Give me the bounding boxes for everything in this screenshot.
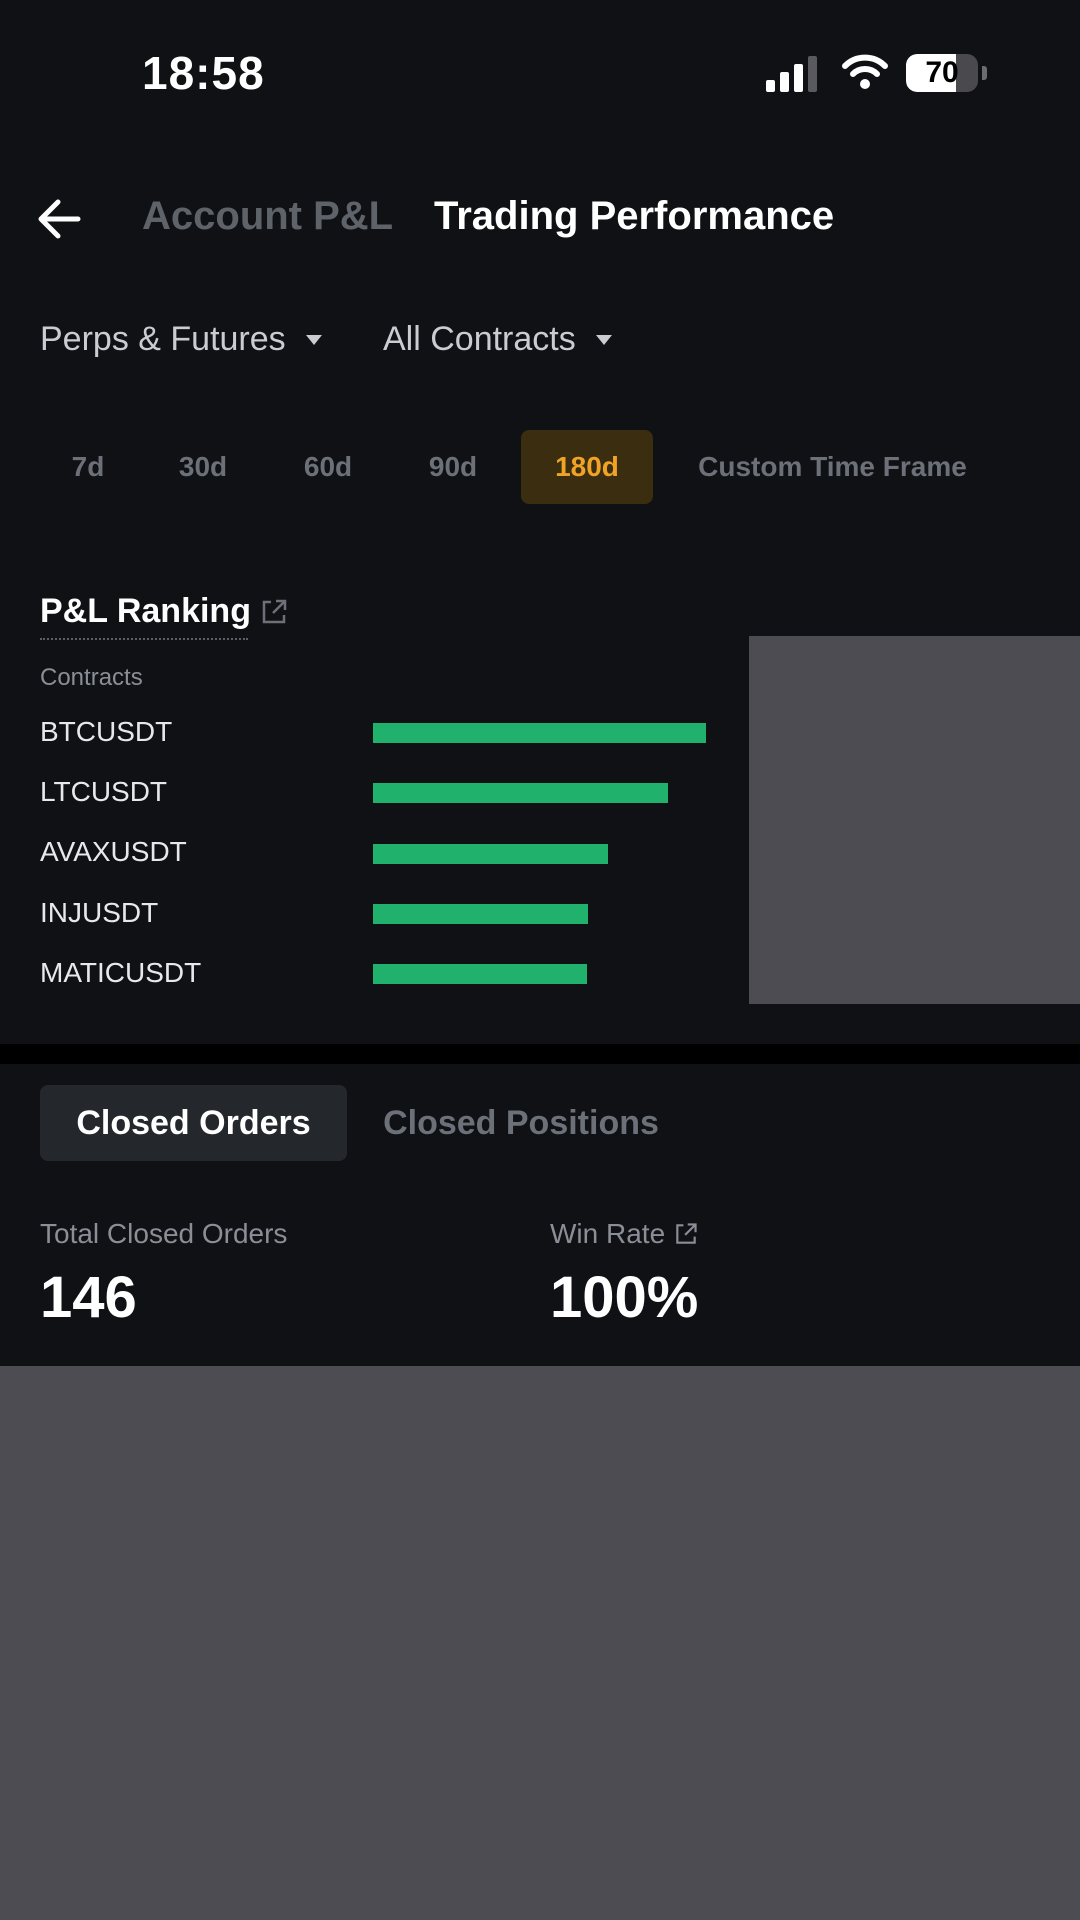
redacted-area: [749, 636, 1080, 1004]
redacted-area: [0, 1366, 1080, 1920]
timeframe-60d[interactable]: 60d: [285, 430, 371, 504]
win-rate-label-text: Win Rate: [550, 1218, 666, 1249]
tab-closed-orders[interactable]: Closed Orders: [40, 1085, 347, 1161]
caret-down-icon: [305, 334, 322, 345]
ranking-label-maticusdt: MATICUSDT: [40, 957, 202, 988]
tab-trading-performance[interactable]: Trading Performance: [434, 194, 834, 239]
tab-closed-positions[interactable]: Closed Positions: [366, 1085, 676, 1161]
timeframe-7d[interactable]: 7d: [48, 430, 128, 504]
timeframe-180d[interactable]: 180d: [521, 430, 653, 504]
win-rate-label[interactable]: Win Rate: [550, 1218, 699, 1250]
total-closed-orders-label-text: Total Closed Orders: [40, 1218, 288, 1249]
battery-percentage: 70: [925, 56, 959, 89]
pnl-bar[interactable]: [373, 964, 588, 984]
pnl-ranking-title[interactable]: P&L Ranking: [40, 592, 289, 631]
timeframe-custom[interactable]: Custom Time Frame: [680, 430, 985, 504]
contracts-filter-label: All Contracts: [383, 320, 576, 358]
pnl-ranking-label: P&L Ranking: [40, 592, 251, 630]
external-link-icon: [676, 1223, 697, 1244]
wifi-icon: [842, 54, 888, 89]
product-filter-dropdown[interactable]: Perps & Futures: [40, 320, 322, 359]
pnl-bar[interactable]: [373, 904, 589, 924]
cellular-signal-icon: [766, 56, 817, 92]
ranking-label-avaxusdt: AVAXUSDT: [40, 836, 187, 867]
ranking-title-underline: [40, 638, 248, 640]
section-divider: [0, 1044, 1080, 1064]
total-closed-orders-value: 146: [40, 1265, 137, 1330]
caret-down-icon: [595, 334, 612, 345]
timeframe-30d[interactable]: 30d: [160, 430, 246, 504]
contracts-filter-dropdown[interactable]: All Contracts: [383, 320, 612, 359]
battery-icon: 70: [906, 54, 987, 92]
timeframe-90d[interactable]: 90d: [410, 430, 496, 504]
pnl-bar[interactable]: [373, 783, 669, 803]
ranking-label-ltcusdt: LTCUSDT: [40, 776, 168, 807]
back-arrow-icon[interactable]: [36, 196, 82, 242]
external-link-icon: [262, 599, 287, 623]
ranking-label-btcusdt: BTCUSDT: [40, 716, 173, 747]
contracts-column-label: Contracts: [40, 664, 143, 691]
ranking-label-injusdt: INJUSDT: [40, 897, 159, 928]
tab-account-pnl[interactable]: Account P&L: [142, 194, 393, 239]
pnl-bar[interactable]: [373, 723, 706, 743]
product-filter-label: Perps & Futures: [40, 320, 286, 358]
status-time: 18:58: [142, 47, 265, 99]
pnl-bar[interactable]: [373, 844, 609, 864]
win-rate-value: 100%: [550, 1265, 699, 1330]
total-closed-orders-label: Total Closed Orders: [40, 1218, 287, 1250]
